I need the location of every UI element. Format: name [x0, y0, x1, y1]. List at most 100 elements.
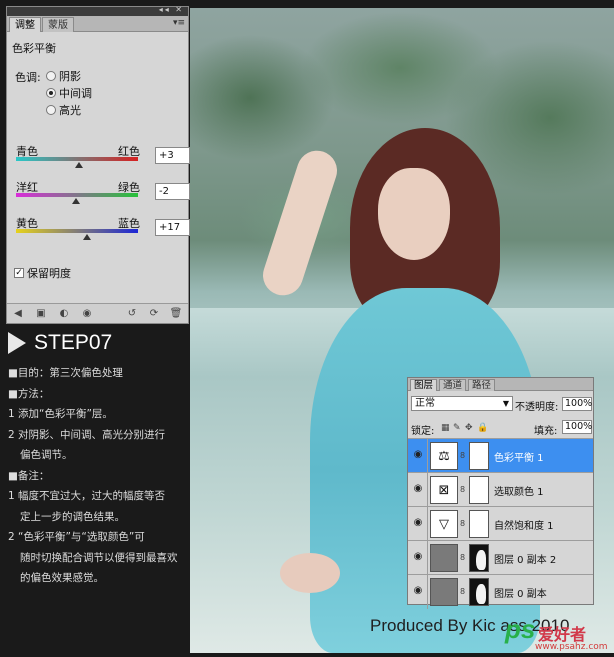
visibility-eye-icon[interactable]: ◉ [80, 307, 94, 320]
note-line: 2 “色彩平衡”与“选取颜色”可 [8, 531, 145, 543]
tab-channels[interactable]: 通道 [439, 379, 467, 391]
face [378, 168, 450, 260]
hand [280, 553, 340, 593]
note-line: 2 对阴影、中间调、高光分别进行 [8, 428, 166, 441]
step-notes: ■目的：第三次偏色处理 ■方法： 1 添加“色彩平衡”层。 2 对阴影、中间调、… [8, 363, 186, 589]
tone-radio-midtones[interactable]: 中间调 [46, 85, 92, 101]
divider [427, 473, 428, 507]
collapse-icon[interactable]: ◂◂ ✕ [159, 5, 184, 14]
link-chain-icon[interactable]: 8 [460, 451, 465, 460]
layer-name: 选取颜色 1 [494, 487, 544, 498]
lock-all-icon[interactable]: 🔒 [477, 423, 488, 433]
slider-track[interactable] [16, 229, 138, 233]
slider-track[interactable] [16, 157, 138, 161]
note-line: 定上一步的调色结果。 [20, 510, 125, 523]
divider [427, 439, 428, 473]
lock-position-icon[interactable]: ✥ [465, 423, 473, 433]
radio-selected-icon [46, 88, 56, 98]
link-chain-icon[interactable]: 8 [460, 485, 465, 494]
adjustments-toolbar: ◀ ▣ ◐ ◉ ↺ ⟳ 🗑 [7, 303, 188, 323]
radio-icon [46, 71, 56, 81]
note-line: ■备注： [8, 469, 50, 482]
link-chain-icon[interactable]: 8 [460, 587, 465, 596]
lock-transparency-icon[interactable]: ▦ [441, 423, 450, 433]
trash-icon[interactable]: 🗑 [169, 307, 183, 320]
visibility-eye-icon[interactable]: ◉ [411, 517, 425, 529]
note-line: ■方法： [8, 387, 50, 400]
layer-name: 图层 0 副本 [494, 589, 547, 600]
layers-tabs: 图层 通道 路径 [408, 378, 593, 391]
layer-mask-thumbnail[interactable] [469, 442, 489, 470]
lock-label: 锁定: [411, 426, 435, 437]
note-line: 的偏色效果感觉。 [20, 572, 104, 584]
layer-row-copy[interactable]: ◉ 8 图层 0 副本 [408, 574, 593, 609]
view-previous-icon[interactable]: ↺ [125, 307, 139, 320]
lock-pixels-icon[interactable]: ✎ [453, 423, 461, 433]
opacity-input[interactable]: 100% [562, 397, 592, 411]
radio-icon [46, 105, 56, 115]
layer-name: 色彩平衡 1 [494, 453, 544, 464]
note-line: 1 幅度不宜过大，过大的幅度等否 [8, 490, 166, 502]
adjustment-title: 色彩平衡 [12, 42, 56, 55]
blend-mode-select[interactable]: 正常 ▼ [411, 396, 513, 411]
note-line: 1 添加“色彩平衡”层。 [8, 408, 113, 420]
layer-row-copy-2[interactable]: ◉ 8 图层 0 副本 2 [408, 540, 593, 575]
tone-label: 色调: [15, 71, 41, 84]
layer-row-color-balance[interactable]: ◉ ⚖ 8 色彩平衡 1 [408, 438, 593, 473]
link-chain-icon[interactable]: 8 [460, 553, 465, 562]
layer-mask-icon[interactable] [469, 544, 489, 572]
tab-paths[interactable]: 路径 [468, 379, 496, 391]
panel-titlebar: ◂◂ ✕ [7, 5, 188, 16]
slider-thumb[interactable] [71, 198, 80, 204]
clip-to-layer-icon[interactable]: ◐ [57, 307, 71, 320]
scale-icon: ⚖ [430, 442, 458, 470]
layer-row-vibrance[interactable]: ◉ ▽ 8 自然饱和度 1 [408, 506, 593, 541]
opacity-label: 不透明度: [515, 402, 559, 413]
slider-value-input[interactable]: +17 [155, 219, 190, 236]
visibility-eye-icon[interactable]: ◉ [411, 551, 425, 563]
step-title: STEP07 [34, 331, 113, 354]
site-logo-ps: ps [505, 614, 536, 644]
fill-input[interactable]: 100% [562, 420, 592, 434]
tone-radio-label: 阴影 [59, 70, 81, 83]
site-url: www.psahz.com [535, 642, 608, 652]
slider-value-input[interactable]: -2 [155, 183, 190, 200]
expand-view-icon[interactable]: ▣ [34, 307, 48, 320]
back-arrow-icon[interactable]: ◀ [11, 307, 25, 320]
visibility-eye-icon[interactable]: ◉ [411, 449, 425, 461]
tone-radio-highlights[interactable]: 高光 [46, 102, 81, 118]
divider [427, 541, 428, 575]
preserve-luminosity-checkbox[interactable]: ✓ 保留明度 [14, 265, 71, 281]
reset-icon[interactable]: ⟳ [147, 307, 161, 320]
note-line: ■目的：第三次偏色处理 [8, 367, 123, 379]
layer-mask-thumbnail[interactable] [469, 510, 489, 538]
slider-thumb[interactable] [74, 162, 83, 168]
layer-thumbnail [430, 544, 458, 572]
note-line: 偏色调节。 [20, 449, 73, 461]
layer-mask-thumbnail[interactable] [469, 476, 489, 504]
panel-menu-icon[interactable]: ▾≡ [173, 18, 185, 28]
tab-layers[interactable]: 图层 [410, 379, 438, 391]
visibility-eye-icon[interactable]: ◉ [411, 585, 425, 597]
slider-track[interactable] [16, 193, 138, 197]
layer-thumbnail [430, 578, 458, 606]
step-heading: STEP07 [8, 331, 112, 355]
tab-adjustments[interactable]: 调整 [9, 17, 41, 32]
tone-radio-label: 中间调 [59, 87, 92, 100]
layer-mask-icon[interactable] [469, 578, 489, 606]
adjustments-panel: ◂◂ ✕ 调整 蒙版 ▾≡ 色彩平衡 色调: 阴影 中间调 高光 青色 红色 +… [6, 5, 190, 324]
divider [427, 507, 428, 541]
visibility-eye-icon[interactable]: ◉ [411, 483, 425, 495]
link-chain-icon[interactable]: 8 [460, 519, 465, 528]
tone-radio-shadows[interactable]: 阴影 [46, 68, 81, 84]
slider-thumb[interactable] [83, 234, 92, 240]
fill-label: 填充: [534, 426, 558, 437]
slider-value-input[interactable]: +3 [155, 147, 190, 164]
layer-row-selective-color[interactable]: ◉ ⊠ 8 选取颜色 1 [408, 472, 593, 507]
selective-color-icon: ⊠ [430, 476, 458, 504]
vibrance-icon: ▽ [430, 510, 458, 538]
tab-masks[interactable]: 蒙版 [42, 17, 74, 32]
chevron-down-icon: ▼ [502, 399, 509, 408]
adjustments-tabs: 调整 蒙版 ▾≡ [7, 16, 188, 32]
blend-mode-value: 正常 [415, 398, 435, 409]
